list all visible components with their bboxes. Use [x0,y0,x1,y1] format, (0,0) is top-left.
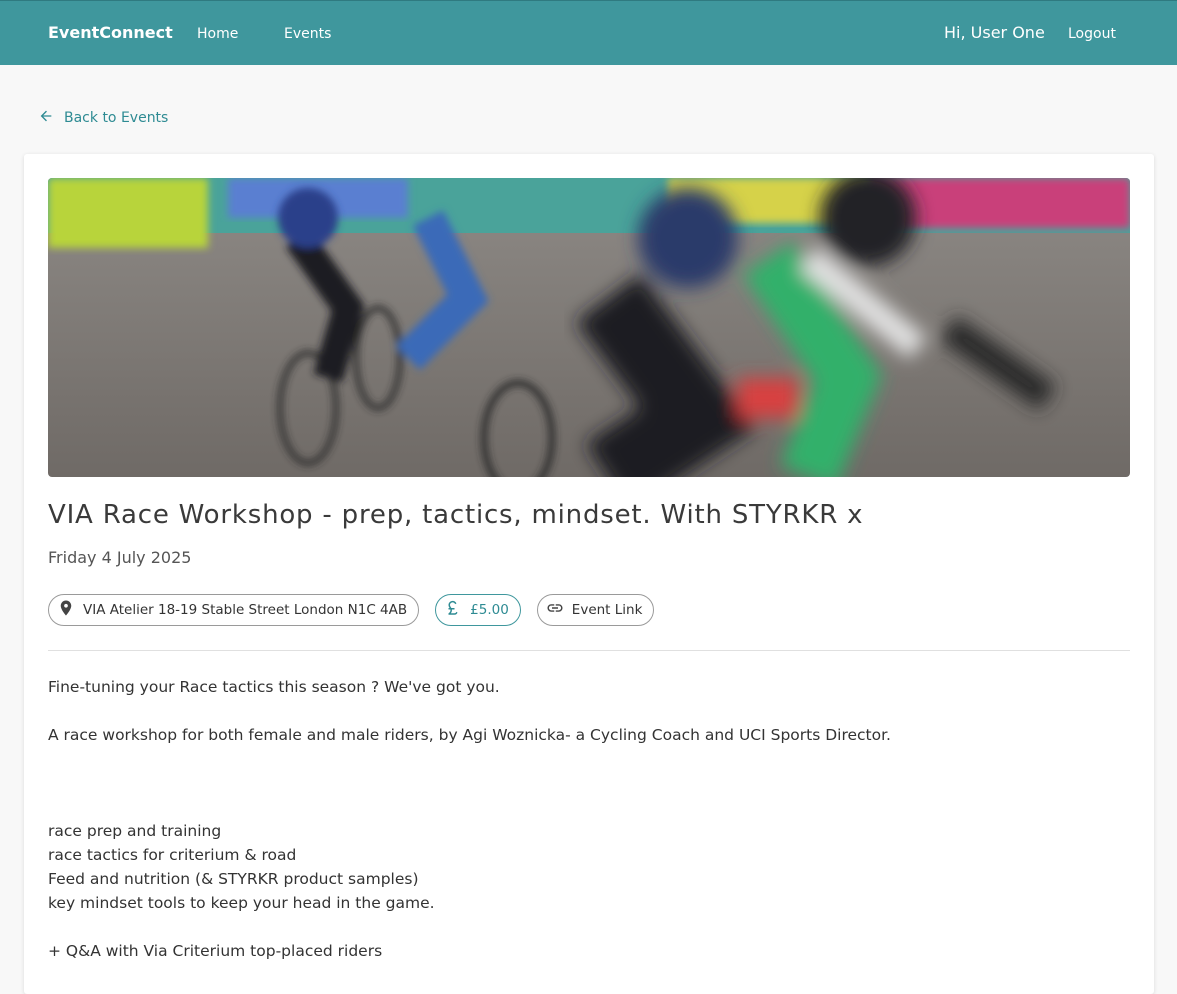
description-list-item: race prep and training [48,822,222,840]
brand-logo[interactable]: EventConnect [48,23,173,42]
location-pin-icon [57,599,75,621]
logout-button[interactable]: Logout [1068,26,1116,42]
pound-icon [444,599,462,621]
back-to-events-link[interactable]: Back to Events [38,108,168,128]
nav-link-home[interactable]: Home [197,26,238,42]
description-list-item: Feed and nutrition (& STYRKR product sam… [48,870,419,888]
event-title: VIA Race Workshop - prep, tactics, minds… [48,500,864,530]
description-list-item: key mindset tools to keep your head in t… [48,894,435,912]
divider [48,650,1130,651]
description-list-item: race tactics for criterium & road [48,846,297,864]
user-greeting: Hi, User One [944,23,1045,42]
back-link-label: Back to Events [64,110,169,126]
description-paragraph: + Q&A with Via Criterium top-placed ride… [48,942,383,960]
price-chip[interactable]: £5.00 [435,594,521,626]
nav-link-events[interactable]: Events [284,26,331,42]
location-label: VIA Atelier 18-19 Stable Street London N… [83,602,408,618]
arrow-left-icon [38,108,54,128]
price-label: £5.00 [470,602,509,618]
event-link-chip[interactable]: Event Link [536,594,655,626]
event-card: VIA Race Workshop - prep, tactics, minds… [24,154,1154,994]
link-icon [546,599,564,621]
event-info-chips: VIA Atelier 18-19 Stable Street London N… [48,594,655,626]
navbar: EventConnect Home Events Hi, User One Lo… [0,0,1177,65]
event-link-label: Event Link [571,602,643,618]
event-image [48,178,1130,477]
location-chip[interactable]: VIA Atelier 18-19 Stable Street London N… [48,594,420,626]
description-paragraph: A race workshop for both female and male… [48,726,891,744]
description-paragraph: Fine-tuning your Race tactics this seaso… [48,678,500,696]
event-date: Friday 4 July 2025 [48,548,192,567]
